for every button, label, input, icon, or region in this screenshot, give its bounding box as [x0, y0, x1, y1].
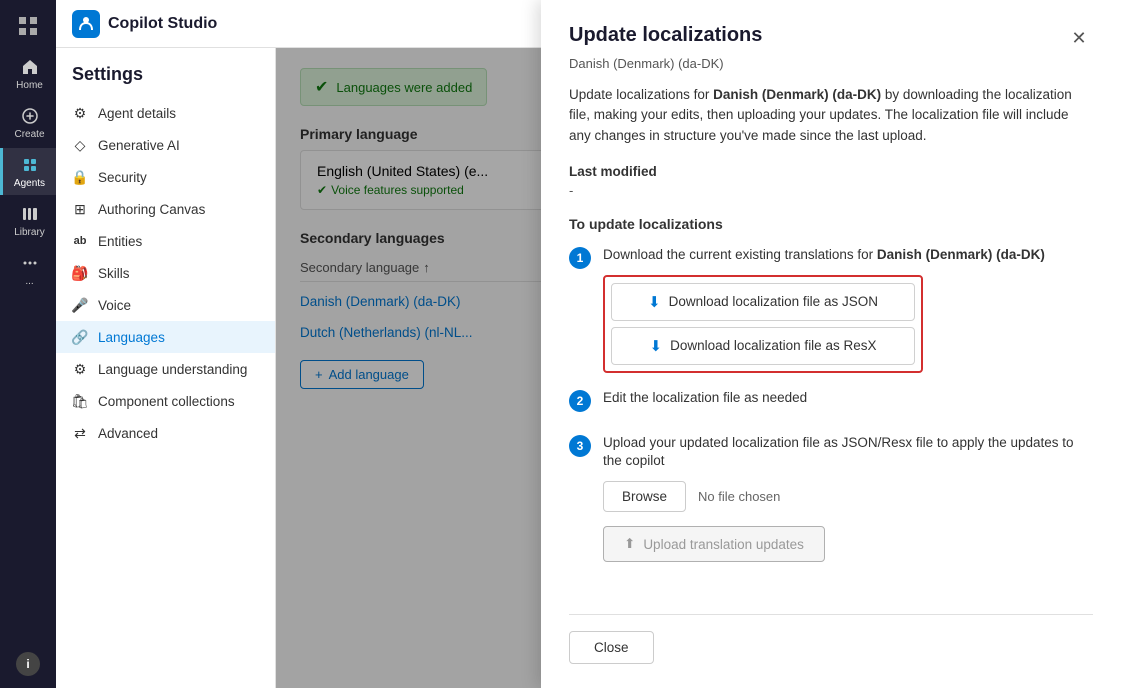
download-buttons-group: ⬇ Download localization file as JSON ⬇ D…: [603, 275, 923, 373]
sidebar-item-skills[interactable]: 🎒 Skills: [56, 257, 275, 289]
nav-more-label: ...: [25, 276, 33, 287]
upload-translation-button[interactable]: ⬆ Upload translation updates: [603, 526, 825, 562]
step-3-number: 3: [569, 435, 591, 457]
nav-rail: Home Create Agents: [0, 0, 56, 688]
last-modified-label: Last modified: [569, 164, 1093, 179]
voice-icon: 🎤: [72, 297, 88, 313]
modal-header: Update localizations ✕: [569, 24, 1093, 52]
download-resx-button[interactable]: ⬇ Download localization file as ResX: [611, 327, 915, 365]
nav-item-create[interactable]: Create: [0, 99, 56, 146]
more-icon: [19, 252, 41, 274]
step-1-content: Download the current existing translatio…: [603, 246, 1093, 373]
language-understanding-icon: ⚙: [72, 361, 88, 377]
modal-description: Update localizations for Danish (Denmark…: [569, 85, 1093, 146]
home-icon: [19, 56, 41, 78]
step-2-text: Edit the localization file as needed: [603, 389, 1093, 408]
component-collections-icon: 🛍: [72, 393, 88, 409]
sidebar-item-advanced[interactable]: ⇄ Advanced: [56, 417, 275, 449]
authoring-canvas-icon: ⊞: [72, 201, 88, 217]
sidebar-security-label: Security: [98, 170, 147, 185]
create-icon: [19, 105, 41, 127]
sidebar-generative-ai-label: Generative AI: [98, 138, 180, 153]
sidebar-item-component-collections[interactable]: 🛍 Component collections: [56, 385, 275, 417]
browse-button[interactable]: Browse: [603, 481, 686, 512]
modal-close-button[interactable]: ✕: [1065, 24, 1093, 52]
nav-create-label: Create: [14, 129, 44, 140]
nav-item-more[interactable]: ...: [0, 246, 56, 293]
info-button[interactable]: i: [16, 652, 40, 676]
step-1-text: Download the current existing translatio…: [603, 246, 1093, 265]
step-2: 2 Edit the localization file as needed: [569, 389, 1093, 418]
modal-footer: Close: [569, 614, 1093, 664]
update-localizations-modal: Update localizations ✕ Danish (Denmark) …: [541, 0, 1121, 688]
brand-name: Copilot Studio: [108, 15, 217, 33]
brand-logo: Copilot Studio: [72, 10, 217, 38]
sidebar-item-language-understanding[interactable]: ⚙ Language understanding: [56, 353, 275, 385]
sidebar-agent-details-label: Agent details: [98, 106, 176, 121]
nav-item-agents[interactable]: Agents: [0, 148, 56, 195]
step-3-text: Upload your updated localization file as…: [603, 434, 1093, 472]
step-2-content: Edit the localization file as needed: [603, 389, 1093, 418]
security-icon: 🔒: [72, 169, 88, 185]
sidebar-component-collections-label: Component collections: [98, 394, 235, 409]
sidebar-item-agent-details[interactable]: ⚙ Agent details: [56, 97, 275, 129]
nav-home-label: Home: [16, 80, 43, 91]
to-update-title: To update localizations: [569, 216, 1093, 232]
step-1-number: 1: [569, 247, 591, 269]
download-resx-label: Download localization file as ResX: [670, 338, 876, 353]
download-json-button[interactable]: ⬇ Download localization file as JSON: [611, 283, 915, 321]
sidebar-language-understanding-label: Language understanding: [98, 362, 247, 377]
last-modified-value: -: [569, 183, 1093, 198]
step-2-number: 2: [569, 390, 591, 412]
sidebar-item-security[interactable]: 🔒 Security: [56, 161, 275, 193]
sidebar-item-generative-ai[interactable]: ◇ Generative AI: [56, 129, 275, 161]
sidebar-languages-label: Languages: [98, 330, 165, 345]
step-3: 3 Upload your updated localization file …: [569, 434, 1093, 563]
step-3-content: Upload your updated localization file as…: [603, 434, 1093, 563]
sidebar-authoring-canvas-label: Authoring Canvas: [98, 202, 205, 217]
upload-icon: ⬆: [624, 536, 635, 552]
download-resx-icon: ⬇: [650, 337, 663, 355]
agent-details-icon: ⚙: [72, 105, 88, 121]
sidebar-voice-label: Voice: [98, 298, 131, 313]
settings-title: Settings: [56, 64, 275, 97]
entities-icon: ab: [72, 233, 88, 249]
sidebar-item-entities[interactable]: ab Entities: [56, 225, 275, 257]
advanced-icon: ⇄: [72, 425, 88, 441]
upload-translation-label: Upload translation updates: [643, 537, 804, 552]
agents-icon: [19, 154, 41, 176]
download-json-icon: ⬇: [648, 293, 661, 311]
skills-icon: 🎒: [72, 265, 88, 281]
main-area: Copilot Studio Settings ⚙ Agent details …: [56, 0, 1121, 688]
nav-item-home[interactable]: Home: [0, 50, 56, 97]
languages-icon: 🔗: [72, 329, 88, 345]
library-icon: [19, 203, 41, 225]
nav-item-library[interactable]: Library: [0, 197, 56, 244]
settings-sidebar: Settings ⚙ Agent details ◇ Generative AI…: [56, 48, 276, 688]
sidebar-advanced-label: Advanced: [98, 426, 158, 441]
no-file-text: No file chosen: [698, 489, 780, 504]
last-modified-section: Last modified -: [569, 164, 1093, 198]
sidebar-entities-label: Entities: [98, 234, 142, 249]
step-1: 1 Download the current existing translat…: [569, 246, 1093, 373]
sidebar-skills-label: Skills: [98, 266, 130, 281]
modal-subtitle: Danish (Denmark) (da-DK): [569, 56, 1093, 71]
sidebar-item-authoring-canvas[interactable]: ⊞ Authoring Canvas: [56, 193, 275, 225]
modal-lang-bold: Danish (Denmark) (da-DK): [713, 87, 881, 102]
sidebar-item-languages[interactable]: 🔗 Languages: [56, 321, 275, 353]
modal-title: Update localizations: [569, 24, 762, 47]
nav-agents-label: Agents: [14, 178, 45, 189]
sidebar-item-voice[interactable]: 🎤 Voice: [56, 289, 275, 321]
download-json-label: Download localization file as JSON: [669, 294, 878, 309]
step-1-lang-bold: Danish (Denmark) (da-DK): [877, 247, 1045, 262]
close-modal-button[interactable]: Close: [569, 631, 654, 664]
brand-icon: [72, 10, 100, 38]
generative-ai-icon: ◇: [72, 137, 88, 153]
browse-row: Browse No file chosen: [603, 481, 1093, 512]
nav-library-label: Library: [14, 227, 45, 238]
app-grid-icon[interactable]: [10, 8, 46, 44]
